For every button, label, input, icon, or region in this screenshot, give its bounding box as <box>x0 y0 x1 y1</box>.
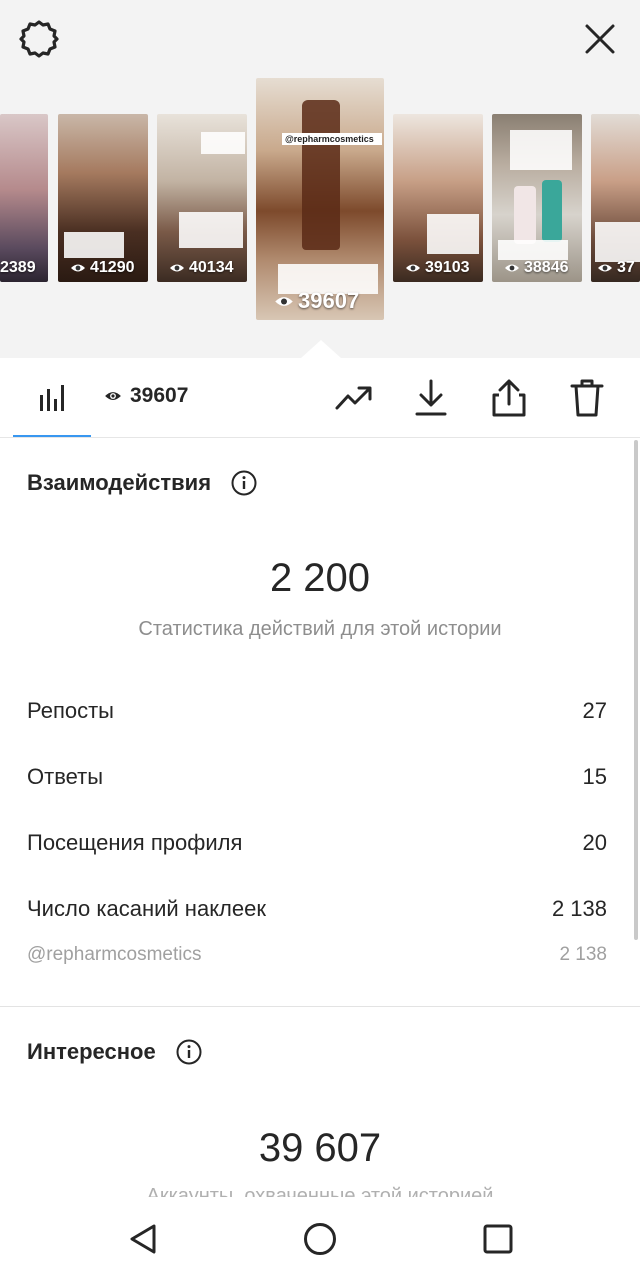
info-icon[interactable] <box>231 470 257 496</box>
download-icon <box>415 379 447 416</box>
story-thumbnail-selected[interactable]: @repharmcosmetics 39607 <box>256 78 384 320</box>
stat-label: Ответы <box>27 764 104 789</box>
story-caption <box>510 130 572 170</box>
promote-button[interactable] <box>332 376 376 420</box>
trash-icon <box>570 379 604 417</box>
story-views: 41290 <box>90 259 135 276</box>
stat-label: Посещения профиля <box>27 830 243 855</box>
stat-row: Число касаний наклеек 2 138 <box>27 896 607 922</box>
story-thumbnail[interactable]: 41290 <box>58 114 148 282</box>
home-circle-icon <box>304 1223 336 1255</box>
back-button[interactable] <box>121 1217 165 1261</box>
stat-value: 15 <box>582 764 607 789</box>
story-caption <box>179 212 243 248</box>
eye-icon <box>275 296 293 306</box>
eye-icon <box>406 264 420 272</box>
settings-gear-icon[interactable] <box>17 17 61 61</box>
info-icon[interactable] <box>176 1039 202 1065</box>
recents-button[interactable] <box>476 1217 520 1261</box>
story-views: 37 <box>617 259 635 276</box>
sticker-label: @repharmcosmetics <box>27 944 202 965</box>
product-image <box>542 180 562 242</box>
interactions-subtitle: Статистика действий для этой истории <box>138 618 502 640</box>
discovery-subtitle: Аккаунты, охваченные этой историей <box>146 1185 494 1197</box>
product-bottle-image <box>302 100 340 250</box>
interactions-title: Взаимодействия <box>27 470 212 495</box>
story-caption <box>595 222 640 262</box>
selection-pointer <box>301 340 341 358</box>
home-button[interactable] <box>298 1217 342 1261</box>
sticker-value: 2 138 <box>559 944 607 965</box>
story-thumbnail[interactable]: 2389 <box>0 114 48 282</box>
story-views: 39103 <box>425 259 470 276</box>
story-toolbar: 39607 <box>0 358 640 438</box>
bar-chart-icon <box>40 385 64 411</box>
discovery-header: Интересное <box>27 1039 202 1065</box>
tab-statistics[interactable] <box>14 358 92 438</box>
stat-row: Посещения профиля 20 <box>27 830 607 856</box>
share-button[interactable] <box>487 376 531 420</box>
eye-icon <box>598 264 612 272</box>
story-views: 39607 <box>298 288 360 313</box>
stat-value: 2 138 <box>551 896 607 921</box>
story-carousel: 2389 41290 40134 @repharmcosmetics 39607… <box>0 0 640 358</box>
story-thumbnail[interactable]: 39103 <box>393 114 483 282</box>
discovery-total: 39 607 <box>258 1126 382 1170</box>
tab-viewers[interactable]: 39607 <box>104 384 188 408</box>
eye-icon <box>105 392 121 400</box>
story-caption <box>201 132 245 154</box>
story-thumbnail[interactable]: 38846 <box>492 114 582 282</box>
mention-sticker[interactable]: @repharmcosmetics <box>282 133 382 145</box>
story-thumbnail[interactable]: 40134 <box>157 114 247 282</box>
delete-button[interactable] <box>565 376 609 420</box>
system-navigation-bar <box>0 1197 640 1280</box>
stat-value: 20 <box>582 830 607 855</box>
eye-icon <box>170 264 184 272</box>
stat-label: Репосты <box>27 698 114 723</box>
sticker-stat-row: @repharmcosmetics 2 138 <box>27 944 607 966</box>
interactions-header: Взаимодействия <box>27 470 257 496</box>
viewers-count: 39607 <box>130 384 189 407</box>
story-caption <box>498 240 568 260</box>
share-icon <box>492 379 526 417</box>
story-caption <box>427 214 479 254</box>
scrollbar[interactable] <box>634 440 638 940</box>
discovery-title: Интересное <box>27 1039 156 1064</box>
eye-icon <box>505 264 519 272</box>
active-tab-indicator <box>13 435 91 437</box>
story-thumbnail[interactable]: 37 <box>591 114 640 282</box>
download-button[interactable] <box>409 376 453 420</box>
stat-label: Число касаний наклеек <box>27 896 266 921</box>
story-caption <box>64 232 124 258</box>
story-views: 38846 <box>524 259 569 276</box>
stat-row: Репосты 27 <box>27 698 607 724</box>
product-image <box>514 186 536 244</box>
recents-square-icon <box>483 1224 513 1254</box>
trending-up-icon <box>335 386 372 410</box>
eye-icon <box>71 264 85 272</box>
back-triangle-icon <box>130 1224 156 1254</box>
close-icon[interactable] <box>578 17 622 61</box>
section-divider <box>0 1006 640 1007</box>
story-views: 40134 <box>189 259 234 276</box>
interactions-total: 2 200 <box>269 556 371 600</box>
story-views: 2389 <box>0 259 36 276</box>
stat-row: Ответы 15 <box>27 764 607 790</box>
stat-value: 27 <box>582 698 607 723</box>
